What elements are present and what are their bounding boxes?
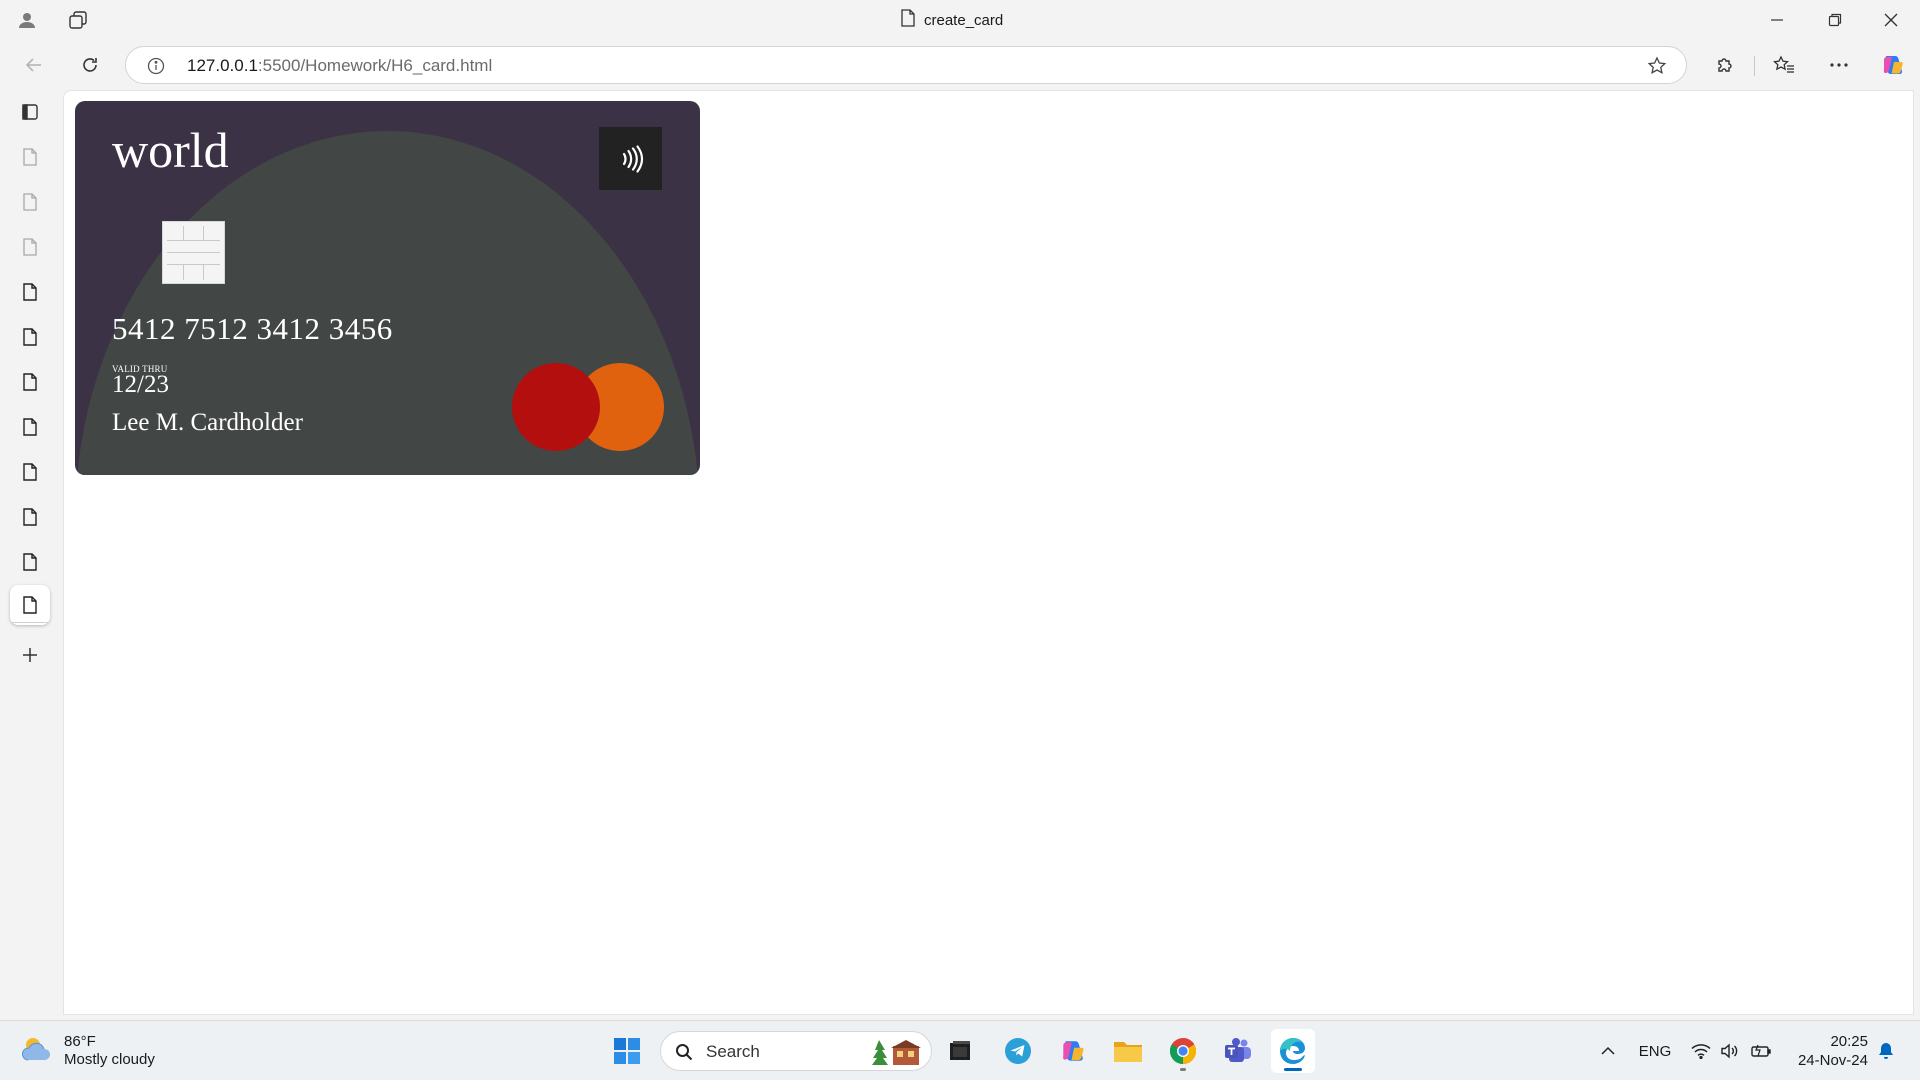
browser-toolbar: 127.0.0.1:5500/Homework/H6_card.html — [0, 40, 1920, 90]
close-button[interactable] — [1862, 0, 1920, 40]
extensions-icon[interactable] — [1710, 50, 1740, 80]
language-indicator[interactable]: ENG — [1638, 1031, 1672, 1071]
teams-icon[interactable] — [1216, 1029, 1260, 1073]
telegram-icon[interactable] — [996, 1029, 1040, 1073]
battery-icon[interactable] — [1748, 1031, 1772, 1071]
weather-description: Mostly cloudy — [64, 1051, 155, 1068]
url-text[interactable]: 127.0.0.1:5500/Homework/H6_card.html — [187, 56, 492, 76]
search-icon — [674, 1042, 694, 1062]
url-host: 127.0.0.1 — [187, 56, 258, 75]
tab-page-icon[interactable] — [10, 182, 50, 222]
profile-icon[interactable] — [15, 8, 39, 32]
refresh-button[interactable] — [75, 50, 105, 80]
tab-page-icon[interactable] — [10, 452, 50, 492]
cardholder-name: Lee M. Cardholder — [112, 409, 303, 436]
copilot-app-icon[interactable] — [1051, 1029, 1095, 1073]
tab-page-icon[interactable] — [10, 137, 50, 177]
back-button[interactable] — [19, 50, 49, 80]
active-indicator — [1284, 1068, 1302, 1071]
notification-bell-icon[interactable] — [1874, 1031, 1898, 1071]
vertical-tabs-sidebar — [0, 90, 62, 1018]
sidebar-divider — [12, 622, 48, 623]
window-title-text: create_card — [924, 11, 1004, 29]
restore-button[interactable] — [1806, 0, 1864, 40]
system-clock[interactable]: 20:25 24-Nov-24 — [1786, 1032, 1868, 1070]
tab-page-icon[interactable] — [10, 317, 50, 357]
search-highlight-art-icon — [871, 1038, 921, 1066]
volume-icon[interactable] — [1718, 1031, 1742, 1071]
tab-page-icon[interactable] — [10, 227, 50, 267]
running-indicator — [1180, 1068, 1186, 1071]
page-favicon-icon — [900, 9, 916, 31]
start-icon[interactable] — [605, 1029, 649, 1073]
more-options-icon[interactable] — [1824, 50, 1854, 80]
chevron-up-icon[interactable] — [1596, 1031, 1620, 1071]
tab-page-icon[interactable] — [10, 542, 50, 582]
weather-temperature: 86°F — [64, 1033, 96, 1050]
weather-widget[interactable]: 86°F Mostly cloudy — [20, 1031, 155, 1071]
star-icon[interactable] — [1646, 55, 1668, 77]
page-viewport: world 5412 7512 3412 3456 VALID THRU 12/… — [63, 90, 1914, 1015]
taskbar: 86°F Mostly cloudy Search ENG 20:25 24-N… — [0, 1020, 1920, 1080]
wifi-icon[interactable] — [1689, 1031, 1713, 1071]
clock-date: 24-Nov-24 — [1797, 1052, 1868, 1069]
edge-icon[interactable] — [1271, 1029, 1315, 1073]
favorites-icon[interactable] — [1769, 50, 1799, 80]
chrome-icon[interactable] — [1161, 1029, 1205, 1073]
card-number: 5412 7512 3412 3456 — [112, 311, 393, 346]
url-path: :5500/Homework/H6_card.html — [257, 56, 493, 75]
contactless-icon — [599, 127, 662, 190]
title-bar: create_card — [0, 0, 1920, 40]
copilot-icon[interactable] — [1878, 50, 1908, 80]
tab-page-icon[interactable] — [10, 362, 50, 402]
taskbar-search[interactable]: Search — [660, 1031, 932, 1071]
terminal-icon[interactable] — [938, 1029, 982, 1073]
active-tab-page-icon[interactable] — [10, 585, 50, 625]
tab-actions-pane-icon[interactable] — [10, 92, 50, 132]
card-brand: world — [112, 122, 229, 178]
window-title: create_card — [900, 8, 1003, 32]
site-info-icon[interactable] — [146, 56, 166, 76]
mastercard-logo-icon — [512, 363, 664, 453]
mastercard-red-circle — [512, 363, 600, 451]
search-label: Search — [706, 1042, 760, 1061]
file-explorer-icon[interactable] — [1106, 1029, 1150, 1073]
tab-page-icon[interactable] — [10, 407, 50, 447]
address-bar[interactable]: 127.0.0.1:5500/Homework/H6_card.html — [125, 46, 1687, 84]
toolbar-divider — [1754, 56, 1755, 76]
credit-card: world 5412 7512 3412 3456 VALID THRU 12/… — [75, 101, 700, 475]
card-expiry: 12/23 — [112, 371, 169, 398]
clock-time: 20:25 — [1830, 1033, 1868, 1050]
tab-actions-icon[interactable] — [66, 8, 90, 32]
cloudy-weather-icon — [20, 1034, 54, 1069]
minimize-button[interactable] — [1748, 0, 1806, 40]
tab-page-icon[interactable] — [10, 497, 50, 537]
tab-page-icon[interactable] — [10, 272, 50, 312]
new-tab-plus-icon[interactable] — [10, 635, 50, 675]
card-chip-icon — [162, 221, 225, 284]
